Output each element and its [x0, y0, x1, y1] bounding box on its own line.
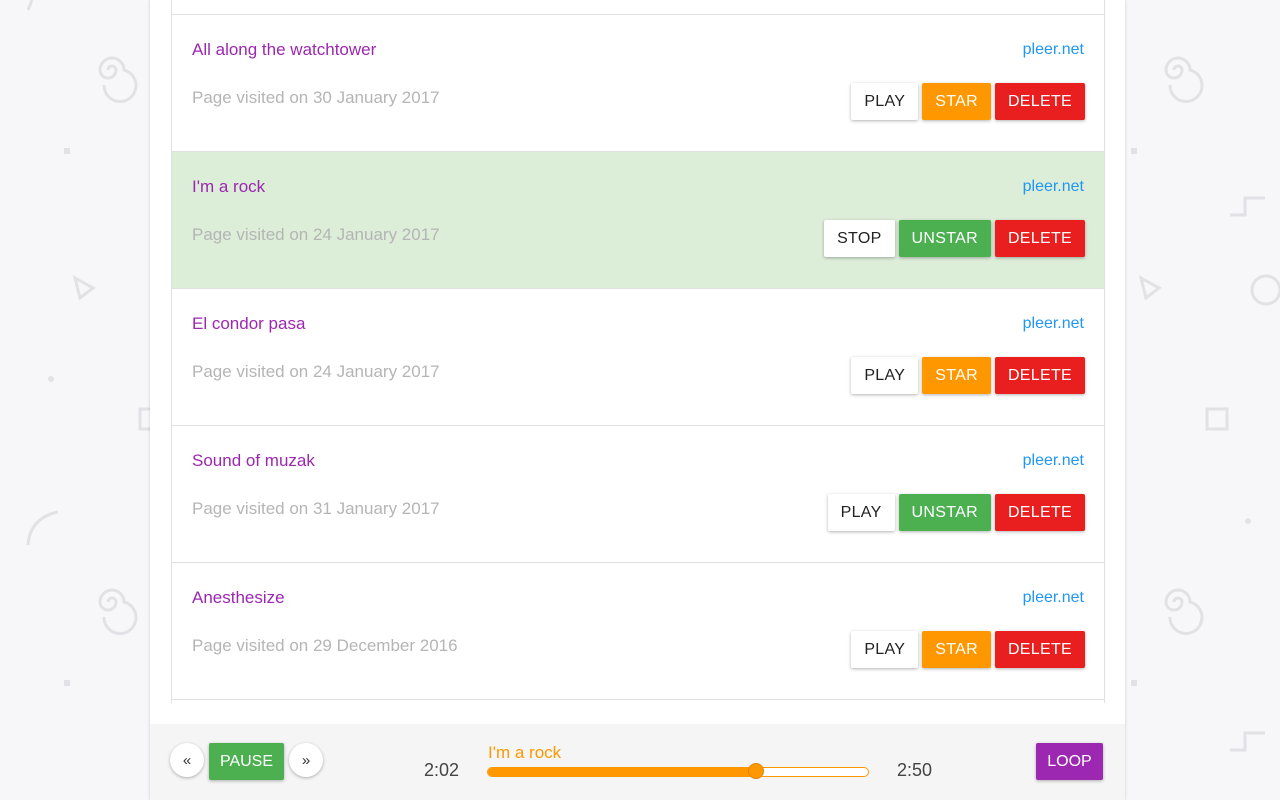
track-row: El condor pasa pleer.net Page visited on…	[172, 289, 1104, 426]
play-button[interactable]: PLAY	[851, 83, 919, 120]
stop-button[interactable]: STOP	[824, 220, 895, 257]
play-button[interactable]: PLAY	[827, 494, 895, 531]
source-link[interactable]: pleer.net	[1023, 315, 1084, 333]
previous-track-row-partial	[172, 0, 1104, 15]
visited-date: Page visited on 31 January 2017	[192, 499, 440, 518]
player-bar: « PAUSE » 2:02 I'm a rock 2:50 LOOP	[150, 724, 1125, 800]
track-title[interactable]: Sound of muzak	[192, 451, 315, 471]
delete-button[interactable]: DELETE	[994, 83, 1085, 120]
main-panel: All along the watchtower pleer.net Page …	[150, 0, 1125, 800]
track-title[interactable]: All along the watchtower	[192, 40, 376, 60]
track-list[interactable]: All along the watchtower pleer.net Page …	[171, 0, 1105, 703]
unstar-button[interactable]: UNSTAR	[898, 220, 991, 257]
track-title[interactable]: El condor pasa	[192, 314, 305, 334]
delete-button[interactable]: DELETE	[994, 494, 1085, 531]
visited-date: Page visited on 24 January 2017	[192, 225, 440, 244]
visited-date: Page visited on 24 January 2017	[192, 362, 440, 381]
visited-date: Page visited on 30 January 2017	[192, 88, 440, 107]
track-row: All along the watchtower pleer.net Page …	[172, 15, 1104, 152]
track-actions: PLAY STAR DELETE	[851, 357, 1085, 394]
source-link[interactable]: pleer.net	[1023, 589, 1084, 607]
delete-button[interactable]: DELETE	[994, 357, 1085, 394]
track-actions: PLAY STAR DELETE	[851, 83, 1085, 120]
star-button[interactable]: STAR	[922, 83, 991, 120]
elapsed-time: 2:02	[424, 760, 460, 780]
play-button[interactable]: PLAY	[851, 357, 919, 394]
source-link[interactable]: pleer.net	[1023, 452, 1084, 470]
delete-button[interactable]: DELETE	[994, 220, 1085, 257]
star-button[interactable]: STAR	[922, 357, 991, 394]
previous-track-button[interactable]: «	[170, 743, 204, 777]
unstar-button[interactable]: UNSTAR	[898, 494, 991, 531]
track-row: Anesthesize pleer.net Page visited on 29…	[172, 563, 1104, 700]
track-row: Sound of muzak pleer.net Page visited on…	[172, 426, 1104, 563]
track-actions: PLAY STAR DELETE	[851, 631, 1085, 668]
pause-button[interactable]: PAUSE	[209, 743, 284, 780]
source-link[interactable]: pleer.net	[1023, 178, 1084, 196]
source-link[interactable]: pleer.net	[1023, 41, 1084, 59]
visited-date: Page visited on 29 December 2016	[192, 636, 458, 655]
play-button[interactable]: PLAY	[851, 631, 919, 668]
duration-time: 2:50	[897, 760, 933, 780]
track-row-active: I'm a rock pleer.net Page visited on 24 …	[172, 152, 1104, 289]
track-actions: STOP UNSTAR DELETE	[824, 220, 1085, 257]
next-track-button[interactable]: »	[289, 743, 323, 777]
progress-fill	[488, 768, 756, 776]
now-playing-title: I'm a rock	[488, 743, 562, 762]
progress-bar[interactable]	[487, 763, 869, 779]
track-title[interactable]: Anesthesize	[192, 588, 285, 608]
track-actions: PLAY UNSTAR DELETE	[827, 494, 1085, 531]
star-button[interactable]: STAR	[922, 631, 991, 668]
track-title[interactable]: I'm a rock	[192, 177, 265, 197]
delete-button[interactable]: DELETE	[994, 631, 1085, 668]
loop-button[interactable]: LOOP	[1036, 743, 1103, 780]
progress-handle[interactable]	[747, 763, 764, 779]
